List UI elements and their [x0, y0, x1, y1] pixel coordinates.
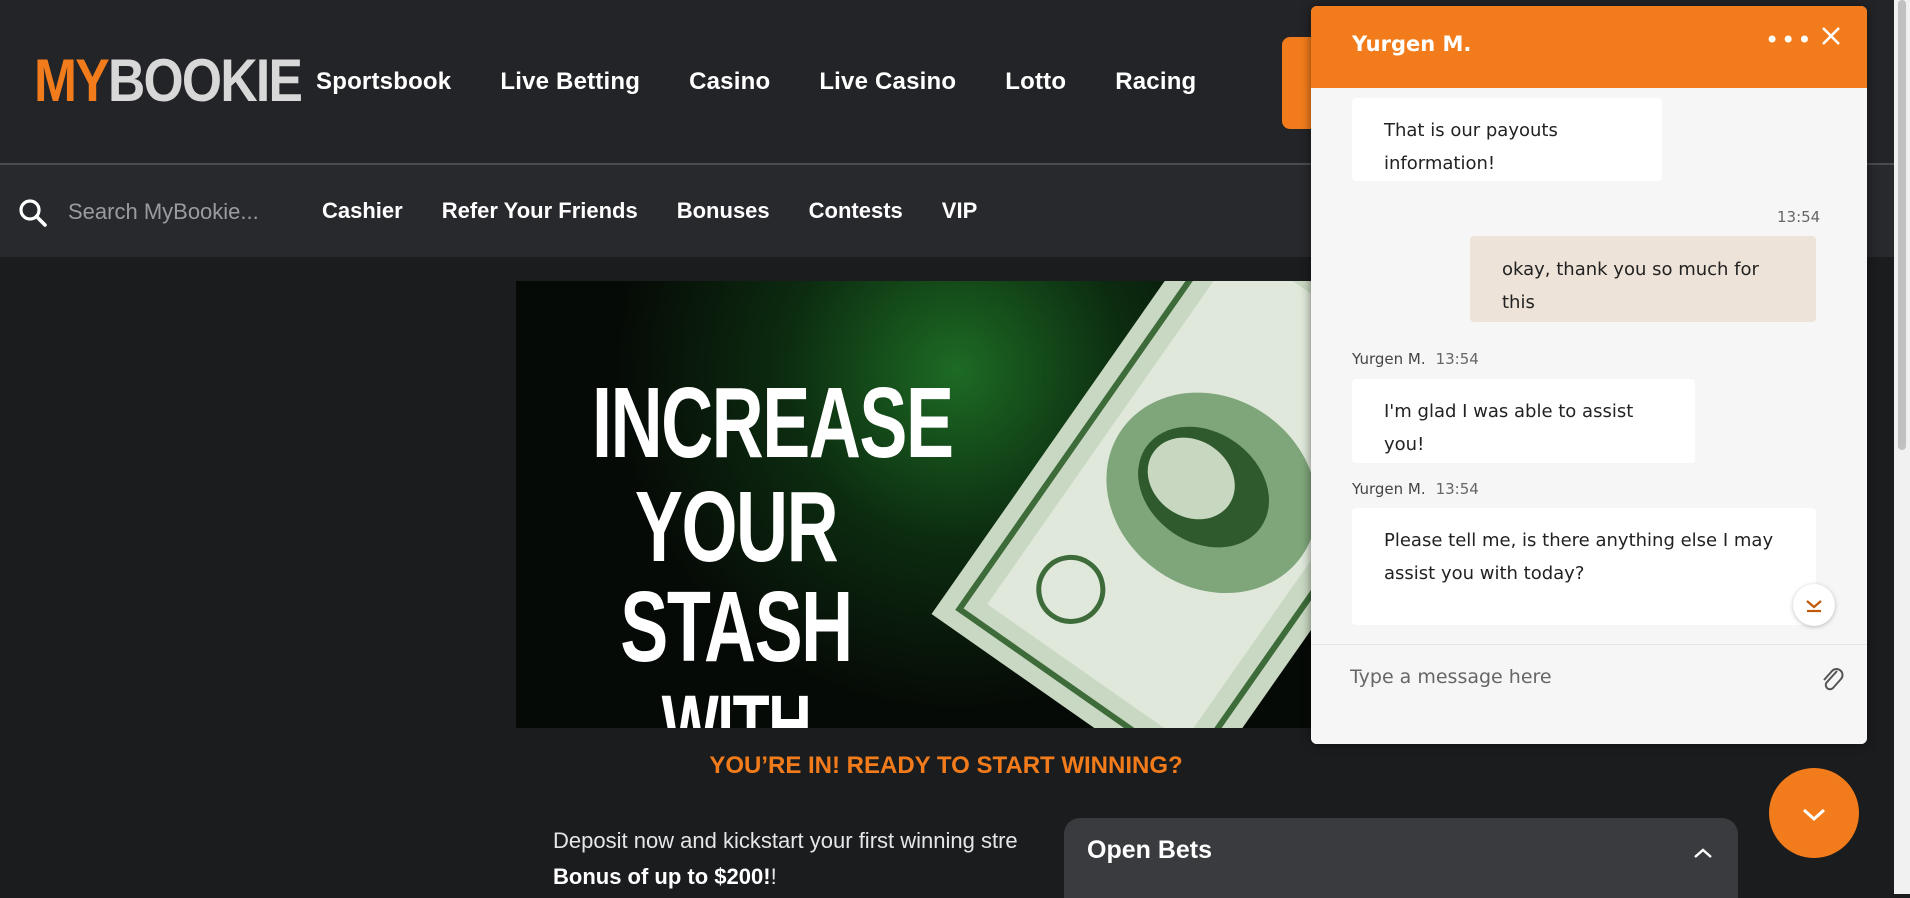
message-timestamp: 13:54 [1435, 480, 1479, 498]
promo-body: Deposit now and kickstart your first win… [553, 823, 1093, 895]
nav-vip[interactable]: VIP [942, 198, 977, 224]
message-timestamp: 13:54 [1435, 350, 1479, 368]
chat-message-text: Please tell me, is there anything else I… [1384, 530, 1774, 584]
open-bets-panel[interactable]: Open Bets [1064, 818, 1738, 898]
chat-compose-area [1311, 644, 1867, 744]
nav-racing[interactable]: Racing [1115, 68, 1196, 96]
message-sender: Yurgen M. [1352, 350, 1426, 368]
chat-agent-name: Yurgen M. [1352, 32, 1472, 56]
close-icon[interactable] [1819, 24, 1843, 48]
main-nav: Sportsbook Live Betting Casino Live Casi… [316, 68, 1245, 96]
chat-message-text: That is our payouts information! [1384, 120, 1558, 174]
chat-message-text: okay, thank you so much for this [1502, 259, 1759, 313]
banner-line-1: INCREASE [592, 367, 954, 479]
chat-message-text: I'm glad I was able to assist you! [1384, 401, 1634, 455]
page-scrollbar[interactable] [1894, 0, 1910, 894]
more-options-icon[interactable]: ••• [1765, 26, 1813, 54]
promo-body-end: ! [770, 864, 777, 889]
chat-message-own: okay, thank you so much for this [1470, 236, 1816, 322]
promo-banner[interactable]: INCREASE YOUR STASH WITH CASH! [516, 281, 1316, 728]
promo-body-text: Deposit now and kickstart your first win… [553, 828, 1018, 853]
scroll-to-bottom-button[interactable] [1793, 584, 1835, 626]
search-input[interactable] [66, 192, 290, 232]
chevron-down-icon [1806, 600, 1822, 613]
nav-lotto[interactable]: Lotto [1005, 68, 1066, 96]
logo-bookie: BOOKIE [107, 47, 303, 114]
nav-contests[interactable]: Contests [809, 198, 903, 224]
nav-sportsbook[interactable]: Sportsbook [316, 68, 451, 96]
open-bets-title: Open Bets [1087, 836, 1213, 864]
logo-my: MY [34, 47, 110, 114]
banner-line-2: YOUR STASH [620, 471, 853, 683]
promo-body-bold: Bonus of up to $200! [553, 864, 771, 889]
nav-live-betting[interactable]: Live Betting [500, 68, 640, 96]
message-meta: Yurgen M. 13:54 [1352, 480, 1479, 498]
nav-refer-your-friends[interactable]: Refer Your Friends [442, 198, 638, 224]
chat-message-input[interactable] [1348, 659, 1792, 695]
chat-message: That is our payouts information! [1352, 98, 1662, 181]
chat-header: Yurgen M. ••• [1311, 6, 1867, 88]
chat-message: I'm glad I was able to assist you! [1352, 379, 1695, 463]
banner-headline-art: INCREASE YOUR STASH WITH CASH! [592, 367, 954, 728]
message-timestamp: 13:54 [1777, 208, 1821, 226]
nav-cashier[interactable]: Cashier [322, 198, 403, 224]
chat-toggle-button[interactable] [1769, 768, 1859, 858]
nav-live-casino[interactable]: Live Casino [819, 68, 956, 96]
message-sender: Yurgen M. [1352, 480, 1426, 498]
chat-widget: Yurgen M. ••• That is our payouts inform… [1311, 6, 1867, 744]
chevron-down-icon [1802, 808, 1826, 822]
nav-casino[interactable]: Casino [689, 68, 770, 96]
message-meta: Yurgen M. 13:54 [1352, 350, 1479, 368]
nav-bonuses[interactable]: Bonuses [677, 198, 770, 224]
mybookie-logo[interactable]: MYBOOKIE [34, 51, 303, 111]
banner-line-3: WITH CASH! [661, 678, 812, 728]
chat-message: Please tell me, is there anything else I… [1352, 508, 1816, 625]
page-scrollbar-thumb[interactable] [1898, 0, 1906, 450]
chevron-up-icon[interactable] [1692, 846, 1714, 860]
chat-messages[interactable]: That is our payouts information! 13:54 o… [1311, 88, 1867, 644]
paperclip-icon[interactable] [1819, 663, 1845, 693]
sub-nav: Cashier Refer Your Friends Bonuses Conte… [322, 198, 1016, 224]
promo-headline: YOU’RE IN! READY TO START WINNING? [709, 752, 1183, 779]
search-icon[interactable] [18, 198, 48, 228]
